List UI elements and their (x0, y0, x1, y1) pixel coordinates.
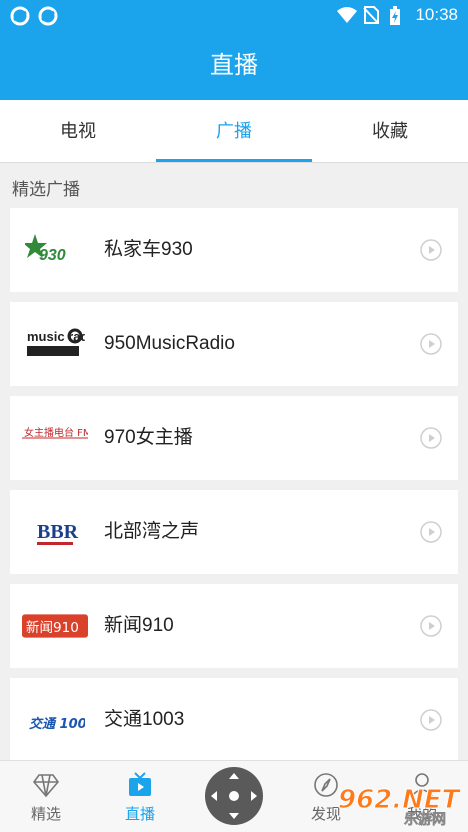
app-notification-icon (10, 6, 30, 26)
station-logo: 新闻910 (22, 604, 88, 648)
tab-bar: 电视 广播 收藏 (0, 100, 468, 163)
status-time: 10:38 (415, 5, 458, 24)
status-bar: 10:38 (0, 0, 468, 32)
list-item[interactable]: 930 私家车930 (10, 208, 458, 292)
station-name: 970女主播 (104, 427, 193, 448)
station-list: 930 私家车930 music radio 950MusicRadio 女主播… (10, 208, 458, 772)
station-logo-text: 交通 1003 (29, 716, 85, 732)
play-icon[interactable] (420, 615, 442, 637)
no-sim-icon (363, 6, 381, 24)
play-icon[interactable] (420, 709, 442, 731)
list-item[interactable]: music radio 950MusicRadio (10, 302, 458, 386)
play-icon[interactable] (420, 239, 442, 261)
station-logo: 930 (22, 228, 88, 272)
play-icon[interactable] (420, 333, 442, 355)
station-logo-text: 930 (39, 247, 66, 264)
station-logo: BBR (22, 510, 88, 554)
app-notification-icon (38, 6, 58, 26)
list-item[interactable]: 女主播电台 FM 97.0 970女主播 (10, 396, 458, 480)
tv-icon (129, 772, 151, 796)
play-icon[interactable] (420, 521, 442, 543)
page-title: 直播 (0, 32, 468, 100)
watermark-text: 962.NET (338, 785, 462, 815)
play-icon[interactable] (420, 427, 442, 449)
tab-tv[interactable]: 电视 (0, 100, 156, 162)
wifi-icon (337, 6, 358, 24)
station-logo-text: 女主播电台 FM 97.0 (24, 426, 88, 439)
tab-radio[interactable]: 广播 (156, 100, 312, 162)
station-name: 950MusicRadio (104, 333, 235, 354)
watermark-subtext: 乐游网 (404, 811, 446, 826)
tab-favorites[interactable]: 收藏 (312, 100, 468, 162)
watermark: 962.NET 乐游网 (330, 778, 465, 829)
station-name: 交通1003 (104, 709, 185, 730)
floating-dpad-button[interactable] (205, 767, 263, 825)
station-logo-text: BBR (37, 521, 79, 543)
station-logo: music radio (22, 322, 88, 366)
list-item[interactable]: 新闻910 新闻910 (10, 584, 458, 668)
station-name: 新闻910 (104, 615, 174, 636)
nav-label: 精选 (30, 806, 61, 823)
diamond-icon (32, 774, 60, 798)
station-logo: 女主播电台 FM 97.0 (22, 416, 88, 460)
nav-label: 直播 (124, 806, 155, 823)
list-item[interactable]: 交通 1003 交通1003 (10, 678, 458, 762)
station-name: 私家车930 (104, 239, 193, 260)
station-name: 北部湾之声 (104, 521, 200, 542)
dpad-icon (211, 773, 257, 819)
station-logo: 交通 1003 (22, 698, 88, 742)
nav-item-live[interactable]: 直播 (100, 771, 180, 824)
nav-item-featured[interactable]: 精选 (6, 771, 86, 824)
section-title: 精选广播 (12, 180, 80, 199)
battery-charging-icon (389, 6, 407, 25)
station-logo-text: 新闻910 (26, 620, 79, 636)
list-item[interactable]: BBR 北部湾之声 (10, 490, 458, 574)
